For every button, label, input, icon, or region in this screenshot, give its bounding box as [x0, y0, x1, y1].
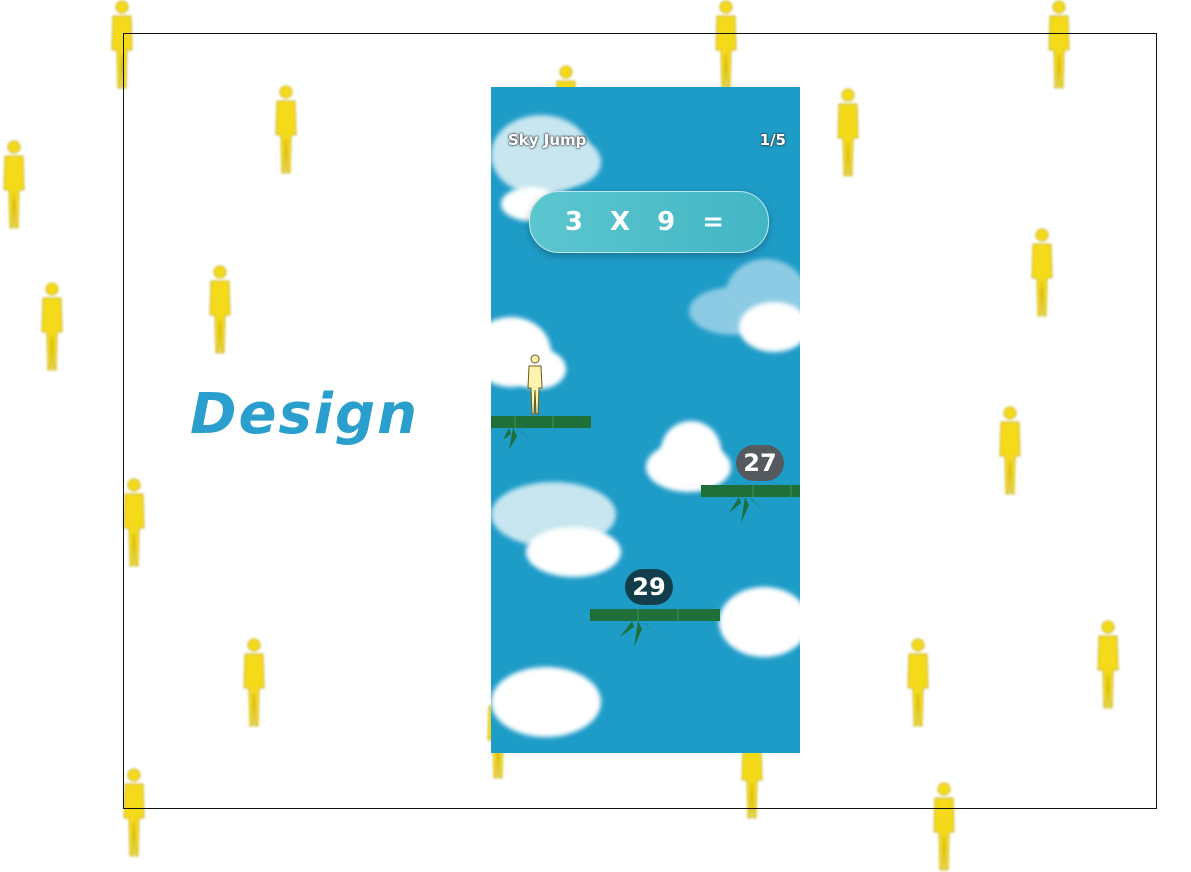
person-figure-icon	[38, 282, 66, 372]
person-figure-icon	[0, 140, 28, 230]
game-screen[interactable]: Sky Jump 1/5 3 X 9 = 27 29	[491, 87, 800, 753]
game-title: Sky Jump	[508, 131, 587, 149]
person-figure-icon	[1045, 0, 1073, 90]
answer-platform-2	[590, 607, 720, 647]
person-figure-icon	[1094, 620, 1122, 710]
person-figure-icon	[904, 638, 932, 728]
person-figure-icon	[996, 406, 1024, 496]
person-figure-icon	[712, 0, 740, 90]
person-figure-icon	[120, 768, 148, 858]
person-figure-icon	[834, 88, 862, 178]
person-figure-icon	[108, 0, 136, 90]
question-bubble: 3 X 9 =	[529, 191, 769, 253]
question-progress: 1/5	[759, 131, 786, 149]
person-figure-icon	[120, 478, 148, 568]
answer-platform-1	[701, 483, 800, 523]
person-figure-icon	[272, 85, 300, 175]
answer-bubble-27[interactable]: 27	[736, 445, 784, 481]
person-figure-icon	[206, 265, 234, 355]
player-platform	[491, 414, 591, 454]
person-figure-icon	[240, 638, 268, 728]
design-heading: Design	[190, 382, 419, 447]
answer-bubble-29[interactable]: 29	[625, 569, 673, 605]
person-figure-icon	[1028, 228, 1056, 318]
person-figure-icon	[930, 782, 958, 872]
player-character-icon	[525, 354, 545, 416]
